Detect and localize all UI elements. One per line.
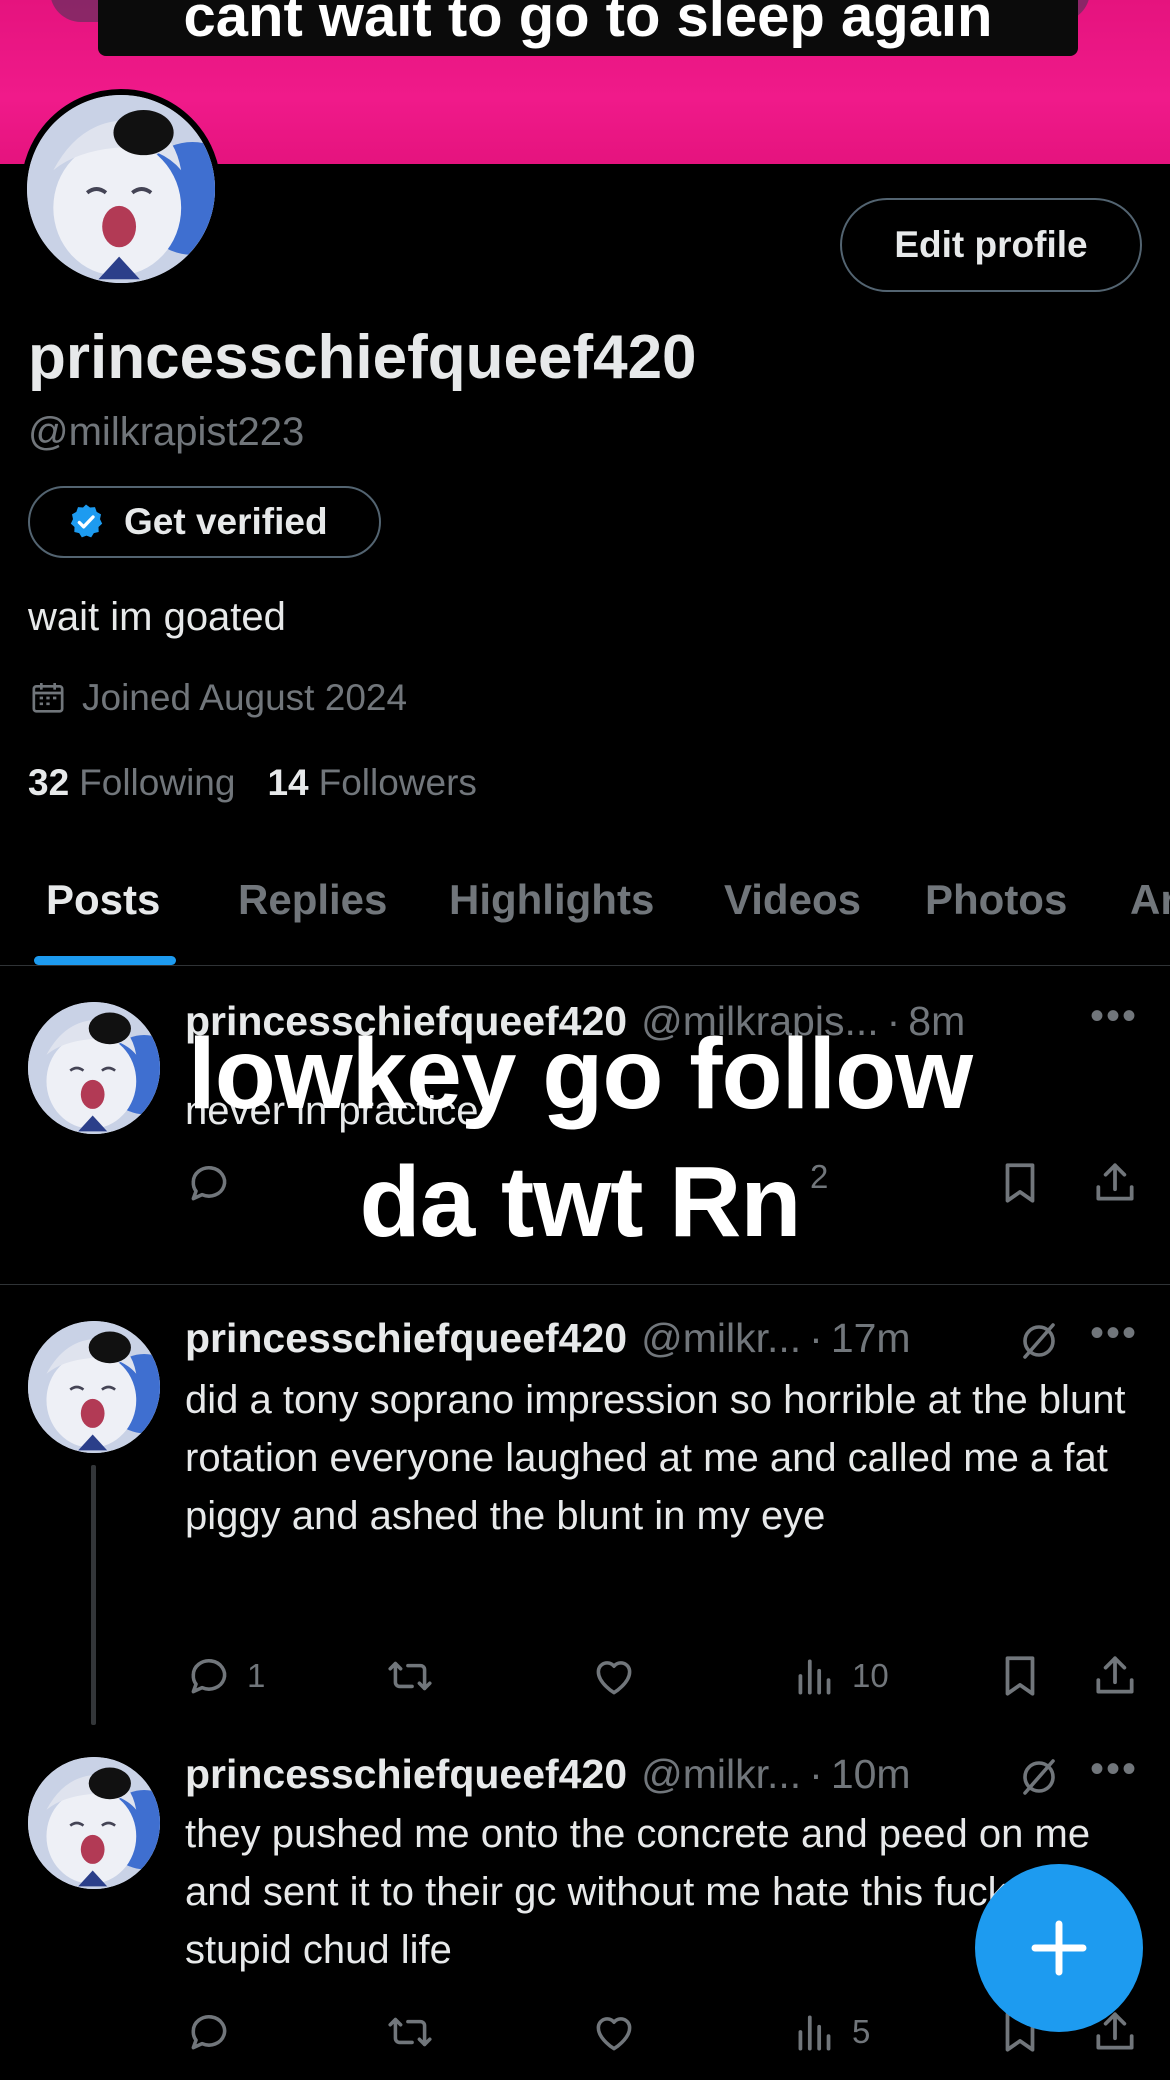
compose-post-button[interactable] — [975, 1864, 1143, 2032]
post-text: did a tony soprano impression so horribl… — [185, 1378, 1126, 1538]
tab-articles[interactable]: Ar — [1130, 876, 1170, 924]
tab-posts[interactable]: Posts — [46, 876, 160, 924]
heart-icon — [589, 1651, 639, 1701]
display-name: princesschiefqueef420 — [28, 323, 697, 392]
thread-line — [91, 1465, 96, 1725]
share-icon — [1090, 1651, 1140, 1701]
views-button[interactable]: 10 — [790, 1651, 889, 1701]
joined-label: Joined August 2024 — [82, 677, 408, 718]
share-icon — [1090, 1158, 1140, 1208]
like-button[interactable] — [589, 2007, 639, 2057]
verified-badge-icon — [70, 504, 103, 538]
views-button[interactable]: 5 — [790, 2007, 870, 2057]
joined-date: Joined August 2024 — [28, 677, 407, 719]
not-available-icon — [1015, 1753, 1063, 1801]
post-actions: 1 10 — [185, 1651, 1145, 1711]
active-tab-indicator — [34, 956, 176, 965]
followers-count: 14 — [267, 762, 309, 803]
post-avatar[interactable] — [28, 1757, 160, 1889]
follow-stats: 32 Following 14 Followers — [28, 762, 477, 804]
reply-button[interactable]: 1 — [185, 1651, 265, 1701]
bookmark-button[interactable] — [995, 1651, 1045, 1701]
repost-icon — [385, 1651, 435, 1701]
views-count: 5 — [852, 2013, 871, 2050]
profile-bio: wait im goated — [28, 595, 286, 639]
profile-handle: @milkrapist223 — [28, 410, 305, 454]
more-options-icon[interactable]: ••• — [1090, 1311, 1138, 1356]
like-button[interactable] — [589, 1651, 639, 1701]
post-actions: 5 — [185, 2007, 1145, 2067]
profile-tabs: Posts Replies Highlights Videos Photos A… — [0, 850, 1170, 966]
banner-caption: cant wait to go to sleep again — [98, 0, 1078, 56]
share-button[interactable] — [1090, 1158, 1140, 1208]
share-button[interactable] — [1090, 1651, 1140, 1701]
overlay-caption: lowkey go follow da twt Rn — [130, 1010, 1030, 1266]
post-header: princesschiefqueef420 @milkr... · 10m — [185, 1751, 911, 1798]
overlay-caption-line-2: da twt Rn — [359, 1146, 802, 1258]
post-header: princesschiefqueef420 @milkr... · 17m — [185, 1315, 911, 1362]
tab-photos[interactable]: Photos — [925, 876, 1067, 924]
bookmark-icon — [995, 1651, 1045, 1701]
more-options-icon[interactable]: ••• — [1090, 1747, 1138, 1792]
followers-label: Followers — [318, 762, 477, 803]
reply-button[interactable] — [185, 2007, 235, 2057]
repost-button[interactable] — [385, 1651, 435, 1701]
post-author-handle: @milkr... — [641, 1751, 802, 1797]
overlay-caption-line-1: lowkey go follow — [187, 1018, 973, 1130]
reply-count: 1 — [247, 1657, 266, 1694]
tab-highlights[interactable]: Highlights — [449, 876, 654, 924]
views-count: 10 — [852, 1657, 889, 1694]
calendar-icon — [32, 683, 64, 713]
followers-link[interactable]: 14 Followers — [267, 762, 476, 804]
repost-button[interactable] — [385, 2007, 435, 2057]
views-icon — [790, 1651, 840, 1701]
post-time: 17m — [830, 1315, 911, 1361]
plus-icon — [1031, 1920, 1087, 1976]
tab-videos[interactable]: Videos — [724, 876, 861, 924]
get-verified-button[interactable]: Get verified — [28, 486, 381, 558]
post-2[interactable]: princesschiefqueef420 @milkr... · 17m ••… — [0, 1285, 1170, 1745]
following-link[interactable]: 32 Following — [28, 762, 235, 804]
more-options-icon[interactable]: ••• — [1090, 994, 1138, 1039]
following-label: Following — [79, 762, 236, 803]
reply-icon — [185, 2007, 235, 2057]
post-author-name[interactable]: princesschiefqueef420 — [185, 1315, 627, 1362]
post-time: 10m — [830, 1751, 911, 1797]
get-verified-label: Get verified — [124, 501, 328, 542]
following-count: 32 — [28, 762, 70, 803]
views-icon — [790, 2007, 840, 2057]
post-author-handle: @milkr... — [641, 1315, 802, 1361]
edit-profile-button[interactable]: Edit profile — [840, 198, 1142, 292]
repost-icon — [385, 2007, 435, 2057]
not-available-icon — [1015, 1317, 1063, 1365]
tab-replies[interactable]: Replies — [238, 876, 387, 924]
post-author-name[interactable]: princesschiefqueef420 — [185, 1751, 627, 1798]
post-avatar[interactable] — [28, 1321, 160, 1453]
separator-dot: · — [809, 1751, 823, 1797]
reply-icon — [185, 1651, 235, 1701]
separator-dot: · — [809, 1315, 823, 1361]
heart-icon — [589, 2007, 639, 2057]
profile-avatar[interactable] — [21, 89, 221, 289]
